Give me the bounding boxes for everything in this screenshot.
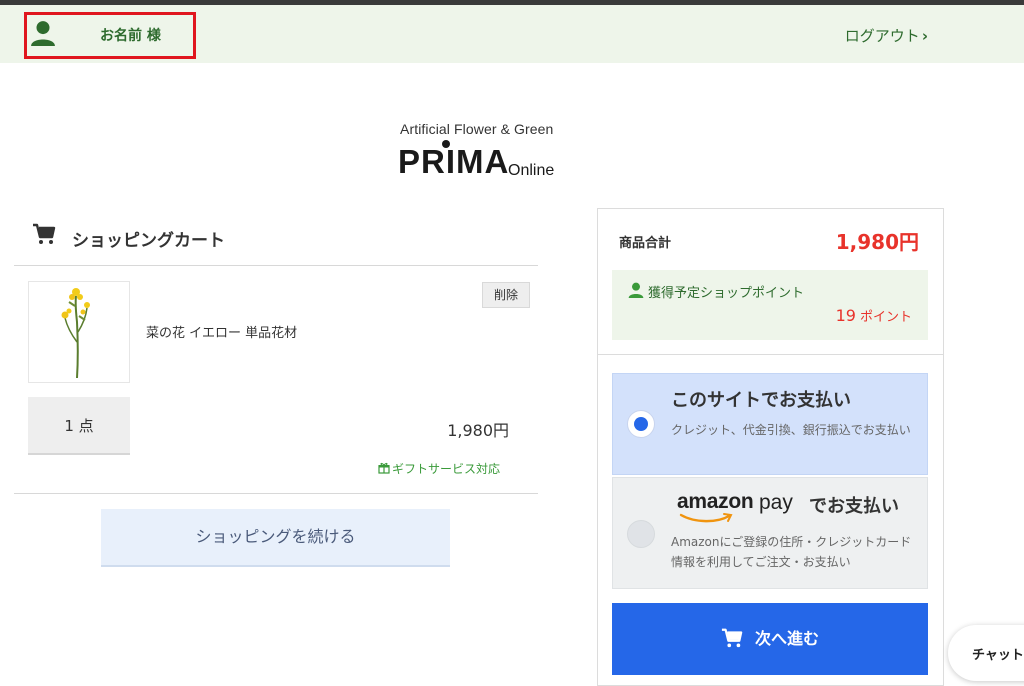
user-icon (628, 282, 644, 298)
logo-sub: Online (508, 162, 555, 179)
chat-button[interactable]: チャット (948, 625, 1024, 681)
subtotal-label: 商品合計 (619, 236, 672, 251)
pay-amazon-desc: Amazonにご登録の住所・クレジットカード情報を利用してご注文・お支払い (671, 535, 912, 569)
quantity-selector[interactable]: 1 点 (28, 397, 130, 455)
points-unit: ポイント (859, 310, 912, 325)
next-button-label: 次へ進む (754, 629, 819, 648)
chat-label: チャット (972, 648, 1024, 663)
pay-amazon-title: でお支払い (809, 496, 899, 517)
product-image[interactable] (28, 281, 130, 383)
logout-label: ログアウト (844, 27, 920, 45)
user-name[interactable]: お名前 様 (100, 25, 161, 45)
gift-label-text: ギフトサービス対応 (392, 462, 501, 476)
gift-icon (378, 462, 390, 474)
gift-service-label: ギフトサービス対応 (378, 460, 500, 477)
rapeseed-flower-image (61, 288, 90, 379)
user-icon (31, 21, 55, 46)
points-box: 獲得予定ショップポイント 19 ポイント (612, 270, 928, 340)
pay-site-title: このサイトでお支払い (671, 390, 851, 411)
points-value: 19 ポイント (836, 306, 912, 325)
radio-selected-icon[interactable] (627, 410, 655, 438)
amazon-logo-pay: pay (759, 491, 793, 514)
pay-option-amazon[interactable]: amazon pay でお支払い Amazonにご登録の住所・クレジットカード情… (612, 477, 928, 589)
amazon-smile-icon (679, 513, 733, 523)
amazon-logo-word: amazon (677, 490, 754, 513)
next-button[interactable]: 次へ進む (612, 603, 928, 675)
summary-divider (598, 354, 943, 355)
points-label: 獲得予定ショップポイント (648, 286, 805, 301)
item-price: 1,980円 (447, 421, 509, 440)
radio-unselected-icon[interactable] (627, 520, 655, 548)
logout-link[interactable]: ログアウト › (845, 25, 928, 46)
pay-site-desc: クレジット、代金引換、銀行振込でお支払い (671, 423, 911, 437)
continue-shopping-button[interactable]: ショッピングを続ける (101, 509, 450, 567)
cart-icon (33, 223, 56, 244)
logo-brand: PRIMA (398, 143, 510, 180)
delete-button[interactable]: 削除 (482, 282, 530, 308)
chevron-right-icon: › (921, 27, 928, 45)
cart-divider-top (14, 265, 538, 266)
amazon-pay-logo: amazon pay (677, 490, 797, 523)
logo-tagline: Artificial Flower & Green (400, 121, 554, 137)
cart-icon (721, 628, 743, 647)
product-name[interactable]: 菜の花 イエロー 単品花材 (146, 322, 297, 341)
cart-divider-bottom (14, 493, 538, 494)
points-number: 19 (835, 306, 856, 325)
pay-option-site[interactable]: このサイトでお支払い クレジット、代金引換、銀行振込でお支払い (612, 373, 928, 475)
cart-title: ショッピングカート (72, 231, 225, 251)
subtotal-value: 1,980円 (835, 230, 919, 254)
prima-online-logo[interactable]: Artificial Flower & Green PRIMA Online (398, 121, 568, 185)
